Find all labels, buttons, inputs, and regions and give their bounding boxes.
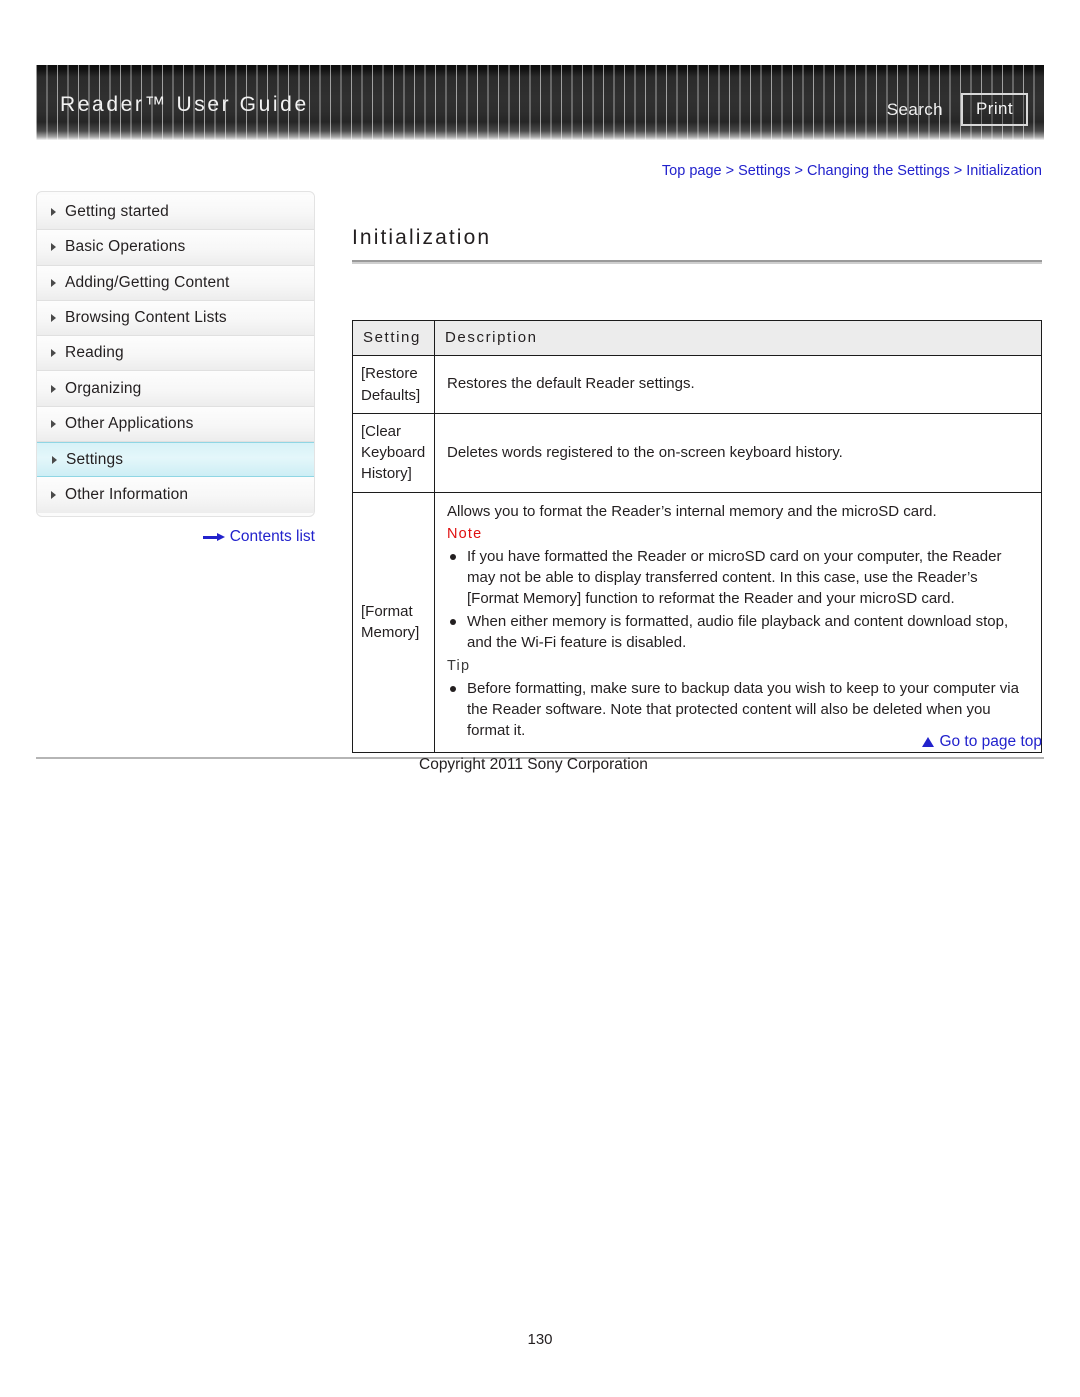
sidebar-item-browsing-content-lists[interactable]: Browsing Content Lists: [37, 300, 314, 337]
go-to-page-top-link[interactable]: Go to page top: [352, 733, 1042, 751]
cell-description: Deletes words registered to the on-scree…: [434, 412, 1042, 493]
cell-setting: [Format Memory]: [352, 491, 435, 753]
title-divider: [352, 260, 1042, 264]
sidebar-navigation: Getting started Basic Operations Adding/…: [36, 191, 315, 517]
list-item: When either memory is formatted, audio f…: [447, 611, 1031, 654]
search-link[interactable]: Search: [887, 100, 943, 120]
table-row: [Format Memory] Allows you to format the…: [352, 491, 1042, 753]
contents-list-label: Contents list: [229, 528, 315, 545]
description-intro: Allows you to format the Reader’s intern…: [447, 502, 937, 520]
sidebar-item-label: Organizing: [65, 379, 142, 397]
cell-setting: [Restore Defaults]: [352, 355, 435, 414]
chevron-right-icon: [51, 419, 56, 428]
sidebar-item-label: Other Applications: [65, 414, 194, 432]
cell-description: Restores the default Reader settings.: [434, 355, 1042, 414]
settings-table: Setting Description [Restore Defaults] R…: [352, 319, 1042, 753]
chevron-right-icon: [51, 384, 56, 393]
column-header-setting: Setting: [352, 319, 435, 357]
sidebar-item-adding-getting-content[interactable]: Adding/Getting Content: [37, 265, 314, 301]
chevron-right-icon: [51, 208, 56, 217]
sidebar-item-getting-started[interactable]: Getting started: [37, 195, 314, 231]
chevron-right-icon: [52, 455, 57, 464]
sidebar-item-settings[interactable]: Settings: [37, 442, 314, 478]
copyright-text: Copyright 2011 Sony Corporation: [419, 756, 648, 773]
sidebar-item-basic-operations[interactable]: Basic Operations: [37, 230, 314, 266]
table-row: [Restore Defaults] Restores the default …: [352, 355, 1042, 414]
sidebar-item-label: Basic Operations: [65, 238, 186, 256]
tip-label: Tip: [447, 658, 471, 675]
sidebar-item-other-applications[interactable]: Other Applications: [37, 406, 314, 443]
cell-setting: [Clear Keyboard History]: [352, 412, 435, 493]
sidebar-item-label: Settings: [66, 450, 124, 468]
sidebar-item-label: Adding/Getting Content: [65, 273, 230, 291]
page-title: Initialization: [352, 226, 492, 249]
header-tools: Search Print: [887, 93, 1028, 126]
site-header: Reader™ User Guide Search Print: [36, 65, 1044, 140]
sidebar-item-organizing[interactable]: Organizing: [37, 371, 314, 407]
chevron-right-icon: [51, 278, 56, 287]
list-item: If you have formatted the Reader or micr…: [447, 546, 1031, 610]
sidebar-item-label: Getting started: [65, 203, 169, 221]
table-row: [Clear Keyboard History] Deletes words r…: [352, 412, 1042, 493]
sidebar-item-label: Browsing Content Lists: [65, 309, 227, 327]
contents-list-link[interactable]: Contents list: [36, 528, 315, 546]
note-label: Note: [447, 526, 483, 543]
breadcrumb[interactable]: Top page > Settings > Changing the Setti…: [352, 163, 1042, 179]
chevron-right-icon: [51, 491, 56, 500]
go-to-page-top-label: Go to page top: [939, 733, 1042, 750]
cell-description: Allows you to format the Reader’s intern…: [434, 491, 1042, 753]
chevron-right-icon: [51, 349, 56, 358]
note-list: If you have formatted the Reader or micr…: [447, 546, 1031, 653]
column-header-description: Description: [434, 319, 1042, 357]
sidebar-item-reading[interactable]: Reading: [37, 336, 314, 372]
table-header-row: Setting Description: [352, 319, 1042, 357]
chevron-right-icon: [51, 243, 56, 252]
chevron-right-icon: [51, 314, 56, 323]
sidebar-item-label: Other Information: [65, 486, 189, 504]
sidebar-item-label: Reading: [65, 344, 124, 362]
main-content: Initialization Setting Description [Rest…: [352, 226, 1042, 753]
triangle-up-icon: [922, 736, 935, 747]
sidebar-item-other-information[interactable]: Other Information: [37, 477, 314, 513]
page-number: 130: [527, 1331, 553, 1348]
arrow-right-icon: [202, 532, 225, 542]
site-title: Reader™ User Guide: [60, 93, 309, 116]
print-button[interactable]: Print: [961, 93, 1028, 126]
